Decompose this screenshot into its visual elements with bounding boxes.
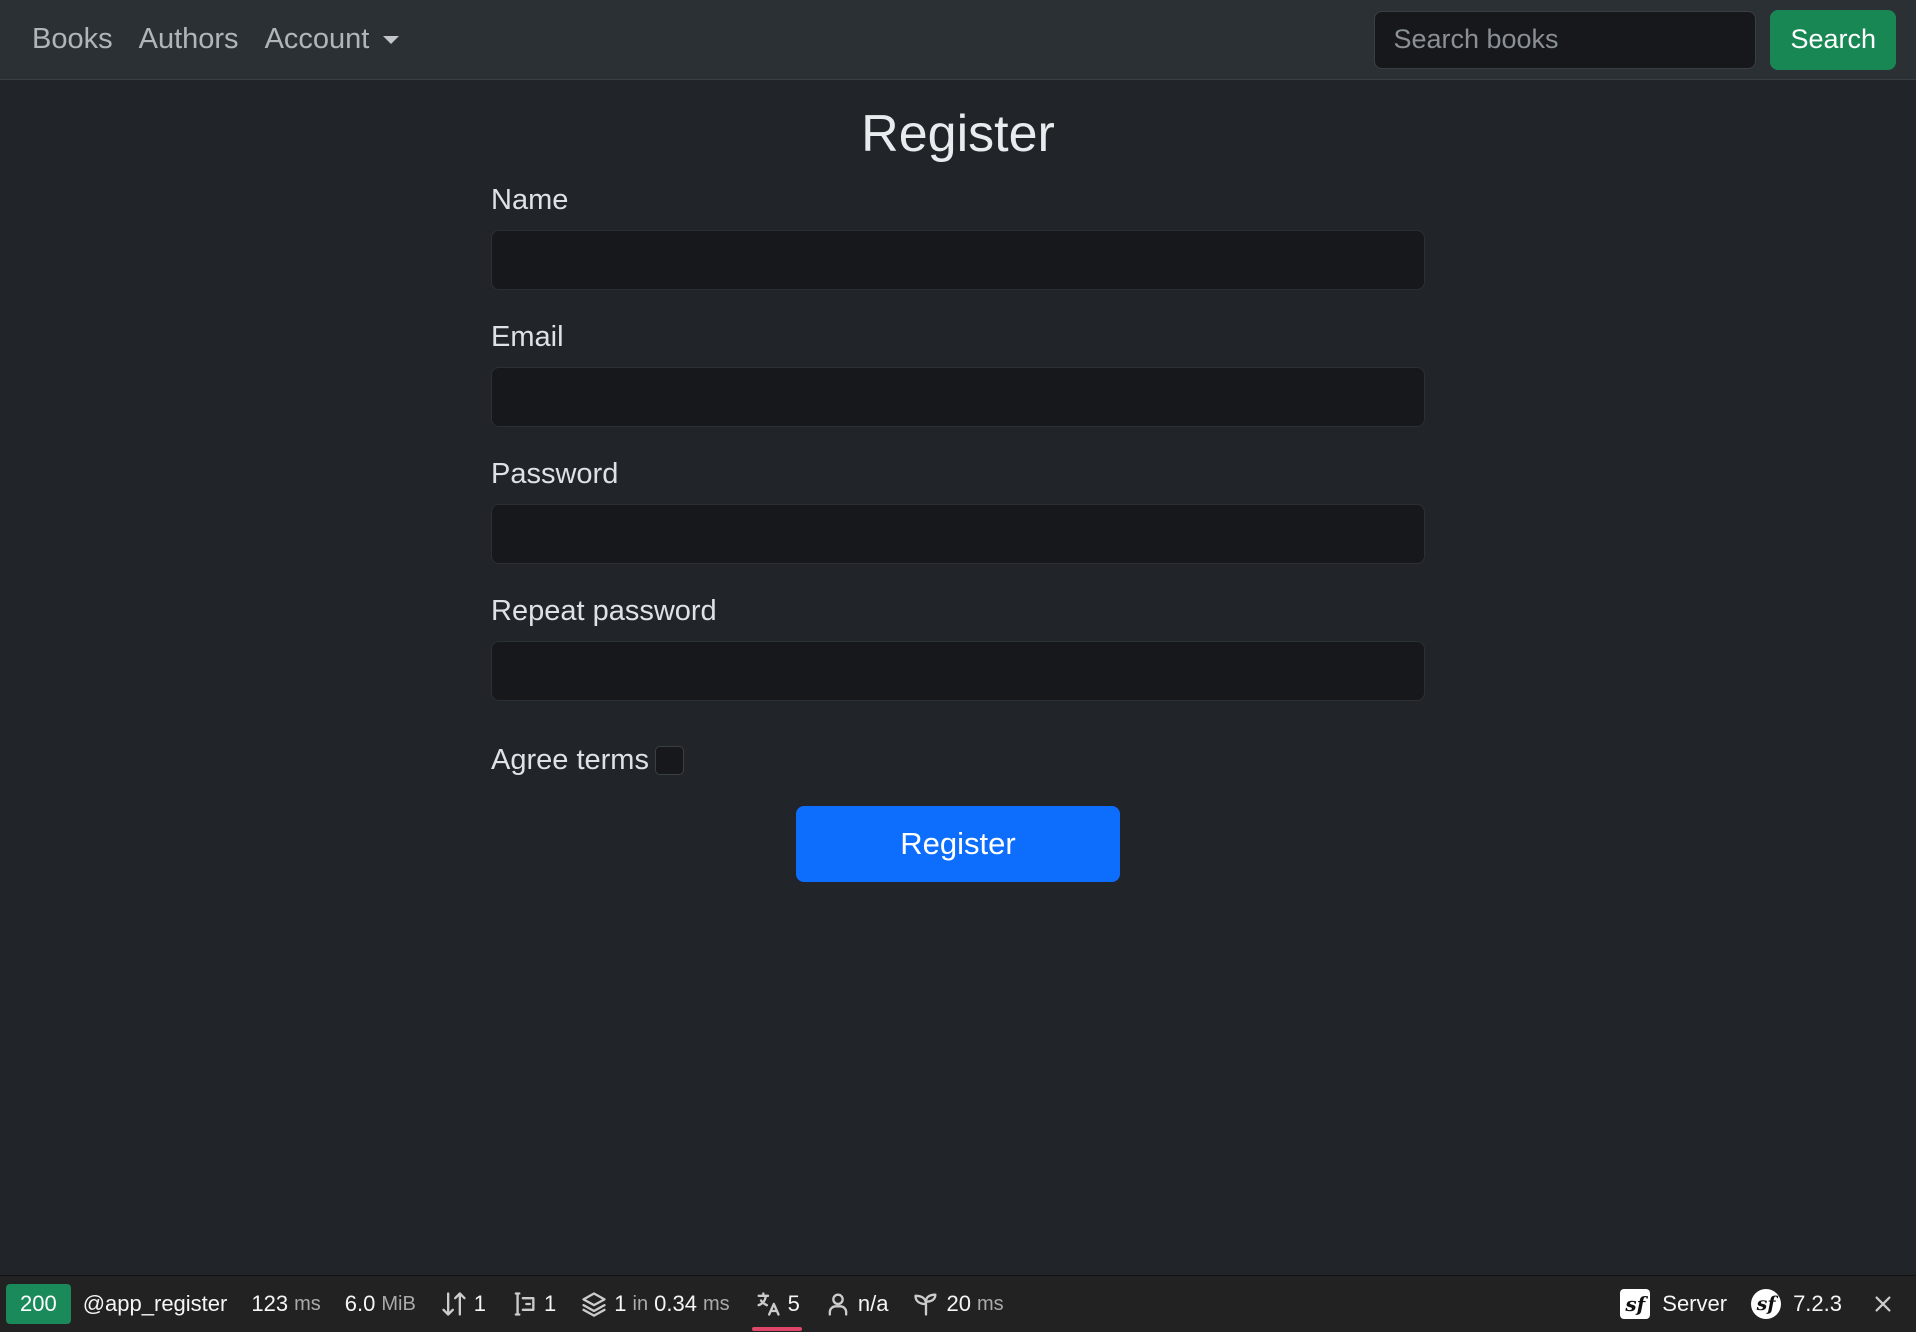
- nav-links: Books Authors Account: [32, 23, 1374, 56]
- agree-terms-label: Agree terms: [491, 744, 649, 776]
- translation-item[interactable]: 5: [742, 1276, 812, 1332]
- search-input[interactable]: [1374, 10, 1757, 69]
- register-button[interactable]: Register: [796, 806, 1120, 882]
- twig-unit: ms: [976, 1292, 1004, 1315]
- close-icon: [1872, 1293, 1894, 1315]
- translation-count: 5: [787, 1291, 800, 1316]
- symfony-version: 7.2.3: [1793, 1291, 1842, 1316]
- agree-terms-row: Agree terms: [491, 740, 1425, 780]
- name-field-group: Name: [491, 180, 1425, 317]
- symfony-server-icon: sf: [1620, 1289, 1651, 1319]
- cache-in: in: [632, 1292, 649, 1315]
- requests-item[interactable]: 1: [428, 1276, 498, 1332]
- cache-item[interactable]: 1 in 0.34 ms: [568, 1276, 741, 1332]
- name-label: Name: [491, 184, 569, 216]
- register-form: Name Email Password Repeat password Agre…: [491, 180, 1425, 780]
- cache-count: 1: [614, 1291, 627, 1316]
- password-label: Password: [491, 458, 619, 490]
- cache-time: 0.34: [654, 1291, 697, 1316]
- twig-value: 20: [946, 1291, 971, 1316]
- status-badge[interactable]: 200: [6, 1284, 71, 1324]
- time-unit: ms: [294, 1292, 321, 1315]
- search-button[interactable]: Search: [1770, 9, 1896, 70]
- time-value: 123: [251, 1291, 289, 1316]
- toolbar-right: sf Server sf 7.2.3: [1608, 1276, 1916, 1332]
- caret-down-icon: [383, 35, 400, 44]
- navbar: Books Authors Account Search: [0, 0, 1916, 80]
- twig-item[interactable]: 20 ms: [900, 1276, 1015, 1332]
- symfony-version-icon: sf: [1751, 1289, 1782, 1319]
- agree-terms-checkbox[interactable]: [654, 745, 684, 775]
- repeat-password-field[interactable]: [491, 641, 1425, 701]
- name-field[interactable]: [491, 230, 1425, 290]
- password-field[interactable]: [491, 504, 1425, 564]
- search-form: Search: [1374, 9, 1896, 70]
- form-icon: [510, 1290, 538, 1318]
- cache-icon: [580, 1290, 608, 1318]
- user-value: n/a: [857, 1291, 889, 1316]
- memory-value: 6.0: [344, 1291, 376, 1316]
- requests-count: 1: [473, 1291, 487, 1316]
- nav-dropdown-account-label: Account: [264, 23, 370, 55]
- twig-icon: [912, 1290, 940, 1318]
- nav-dropdown-account[interactable]: Account: [265, 23, 400, 56]
- requests-icon: [440, 1290, 468, 1318]
- nav-link-authors[interactable]: Authors: [139, 23, 239, 56]
- page-title: Register: [861, 105, 1055, 163]
- memory-item[interactable]: 6.0 MiB: [333, 1276, 428, 1332]
- email-field-group: Email: [491, 317, 1425, 454]
- symfony-version-item[interactable]: sf 7.2.3: [1739, 1276, 1854, 1332]
- time-item[interactable]: 123 ms: [239, 1276, 332, 1332]
- user-icon: [824, 1290, 852, 1318]
- route-name: @app_register: [82, 1291, 228, 1316]
- memory-unit: MiB: [381, 1292, 416, 1315]
- repeat-password-field-group: Repeat password: [491, 591, 1425, 728]
- route-item[interactable]: @app_register: [71, 1276, 240, 1332]
- server-item[interactable]: sf Server: [1608, 1276, 1739, 1332]
- user-item[interactable]: n/a: [812, 1276, 901, 1332]
- email-label: Email: [491, 321, 564, 353]
- password-field-group: Password: [491, 454, 1425, 591]
- nav-link-books[interactable]: Books: [32, 23, 113, 56]
- cache-unit: ms: [702, 1292, 730, 1315]
- repeat-password-label: Repeat password: [491, 595, 717, 627]
- debug-toolbar: 200 @app_register 123 ms 6.0 MiB 1 1 1 i…: [0, 1275, 1916, 1332]
- translation-icon: [754, 1290, 782, 1318]
- forms-count: 1: [544, 1291, 557, 1316]
- forms-item[interactable]: 1: [498, 1276, 568, 1332]
- close-toolbar-button[interactable]: [1854, 1276, 1916, 1332]
- server-label: Server: [1662, 1291, 1728, 1316]
- email-field[interactable]: [491, 367, 1425, 427]
